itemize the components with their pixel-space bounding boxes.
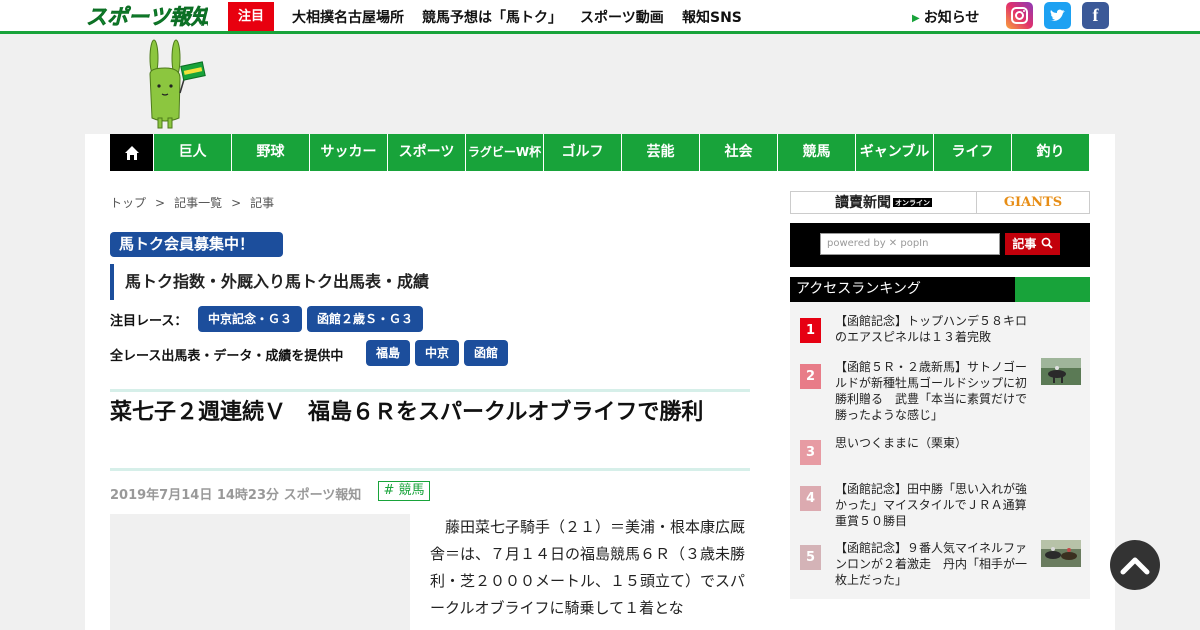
search-box: powered by ✕ popIn 記事	[790, 223, 1090, 267]
article-body: 藤田菜七子騎手（２１）＝美浦・根本康広厩舎＝は、７月１４日の福島競馬６Ｒ（３歳未…	[430, 518, 746, 617]
nav-item-golf[interactable]: ゴルフ	[543, 134, 621, 171]
venue-fukushima-button[interactable]: 福島	[366, 340, 410, 366]
member-recruit-badge[interactable]: 馬トク会員募集中！	[110, 232, 283, 257]
venue-chukyo-button[interactable]: 中京	[415, 340, 459, 366]
article-dateline: 2019年7月14日 14時23分 スポーツ報知	[110, 484, 361, 503]
yomiuri-logo: 讀賣新聞	[835, 195, 891, 211]
search-button[interactable]: 記事	[1005, 233, 1060, 255]
tag-horse-racing[interactable]: # 競馬	[378, 481, 430, 501]
race-hakodate-nisai-button[interactable]: 函館２歳Ｓ・Ｇ３	[307, 306, 423, 332]
rank-number: 2	[800, 364, 821, 389]
article-date: 2019年7月14日 14時23分	[110, 488, 280, 503]
nav-item-giants[interactable]: 巨人	[153, 134, 231, 171]
rank-number: 4	[800, 486, 821, 511]
chevron-up-icon	[1120, 557, 1150, 575]
featured-race-label: 注目レース：	[110, 314, 188, 329]
nav-home[interactable]	[110, 134, 153, 171]
twitter-icon[interactable]	[1044, 2, 1071, 29]
ranking-item-2[interactable]: 2 【函館５Ｒ・２歳新馬】サトノゴールドが新種牡馬ゴールドシップに初勝利贈る 武…	[800, 358, 1085, 429]
article-source: スポーツ報知	[283, 488, 362, 503]
nav-item-entertainment[interactable]: 芸能	[621, 134, 699, 171]
rank-title: 【函館５Ｒ・２歳新馬】サトノゴールドが新種牡馬ゴールドシップに初勝利贈る 武豊「…	[835, 360, 1028, 422]
article-photo	[110, 514, 410, 630]
ranking-header: アクセスランキング	[790, 277, 1090, 302]
nav-item-rugby[interactable]: ラグビーW杯	[465, 134, 543, 171]
rank-title: 【函館記念】トップハンデ５８キロのエアスピネルは１３着完敗	[835, 314, 1028, 344]
all-races-label: 全レース出馬表・データ・成績を提供中	[110, 349, 344, 364]
rank-title: 思いつくままに（栗東）	[835, 436, 968, 450]
nav-item-gamble[interactable]: ギャンブル	[855, 134, 933, 171]
back-to-top-button[interactable]	[1110, 540, 1160, 590]
yomiuri-banner: 讀賣新聞 オンライン GIANTS	[790, 191, 1090, 214]
online-badge: オンライン	[893, 198, 932, 207]
ranking-item-1[interactable]: 1 【函館記念】トップハンデ５８キロのエアスピネルは１３着完敗	[800, 313, 1085, 353]
nav-item-sports[interactable]: スポーツ	[387, 134, 465, 171]
rank-thumbnail	[1041, 358, 1081, 385]
notice-link[interactable]: ▶ お知らせ	[912, 7, 979, 27]
breadcrumb-article: 記事	[250, 196, 275, 210]
rank-thumbnail	[1041, 540, 1081, 567]
nav-item-life[interactable]: ライフ	[933, 134, 1011, 171]
top-bar: スポーツ報知 注目 大相撲名古屋場所 競馬予想は「馬トク」 スポーツ動画 報知S…	[0, 0, 1200, 34]
yomiuri-online-link[interactable]: 讀賣新聞 オンライン	[791, 192, 977, 213]
nav-item-society[interactable]: 社会	[699, 134, 777, 171]
breadcrumb: トップ > 記事一覧 > 記事	[110, 194, 274, 211]
toplink-video[interactable]: スポーツ動画	[580, 7, 664, 27]
ranking-title: アクセスランキング	[796, 281, 921, 297]
attention-tag: 注目	[228, 2, 274, 31]
toplink-sns[interactable]: 報知SNS	[682, 7, 742, 27]
svg-text:スポーツ報知: スポーツ報知	[86, 5, 208, 29]
sports-hochi-logo[interactable]: スポーツ報知	[84, 3, 208, 29]
ranking-item-5[interactable]: 5 【函館記念】９番人気マイネルファンロンが２着激走 丹内「相手が一枚上だった」	[800, 540, 1085, 590]
search-input[interactable]: powered by ✕ popIn	[820, 233, 1000, 255]
nav-item-fishing[interactable]: 釣り	[1011, 134, 1089, 171]
toplink-sumo[interactable]: 大相撲名古屋場所	[292, 7, 404, 27]
rank-number: 1	[800, 318, 821, 343]
main-nav: 巨人 野球 サッカー スポーツ ラグビーW杯 ゴルフ 芸能 社会 競馬 ギャンブ…	[110, 134, 1089, 171]
toplink-umatoku[interactable]: 競馬予想は「馬トク」	[422, 7, 562, 27]
rank-number: 5	[800, 545, 821, 570]
umatoku-index-title[interactable]: 馬トク指数・外厩入り馬トク出馬表・成績	[110, 264, 429, 300]
breadcrumb-top[interactable]: トップ	[110, 196, 146, 210]
rank-number: 3	[800, 440, 821, 465]
article-headline: 菜七子２週連続Ｖ 福島６Ｒをスパークルオブライフで勝利	[110, 400, 704, 425]
breadcrumb-separator: >	[231, 196, 242, 210]
rank-title: 【函館記念】田中勝「思い入れが強かった」マイスタイルでＪＲＡ通算重賞５０勝目	[835, 482, 1028, 528]
rank-title: 【函館記念】９番人気マイネルファンロンが２着激走 丹内「相手が一枚上だった」	[835, 541, 1028, 587]
ranking-item-4[interactable]: 4 【函館記念】田中勝「思い入れが強かった」マイスタイルでＪＲＡ通算重賞５０勝目	[800, 481, 1085, 531]
facebook-icon[interactable]: f	[1082, 2, 1109, 29]
giants-link[interactable]: GIANTS	[977, 192, 1089, 213]
search-button-label: 記事	[1012, 237, 1037, 251]
breadcrumb-article-list[interactable]: 記事一覧	[174, 196, 222, 210]
triangle-icon: ▶	[912, 13, 920, 24]
instagram-icon[interactable]	[1006, 2, 1033, 29]
venue-hakodate-button[interactable]: 函館	[464, 340, 508, 366]
notice-label: お知らせ	[923, 10, 980, 26]
home-icon	[124, 145, 139, 160]
nav-item-baseball[interactable]: 野球	[231, 134, 309, 171]
ranking-item-3[interactable]: 3 思いつくままに（栗東）	[800, 435, 1085, 465]
nav-item-horse-racing[interactable]: 競馬	[777, 134, 855, 171]
nav-item-soccer[interactable]: サッカー	[309, 134, 387, 171]
search-icon	[1041, 237, 1053, 249]
ranking-header-accent	[1015, 277, 1090, 302]
race-chukyo-kinen-button[interactable]: 中京記念・Ｇ３	[198, 306, 302, 332]
breadcrumb-separator: >	[155, 196, 166, 210]
mascot-image	[149, 39, 206, 129]
